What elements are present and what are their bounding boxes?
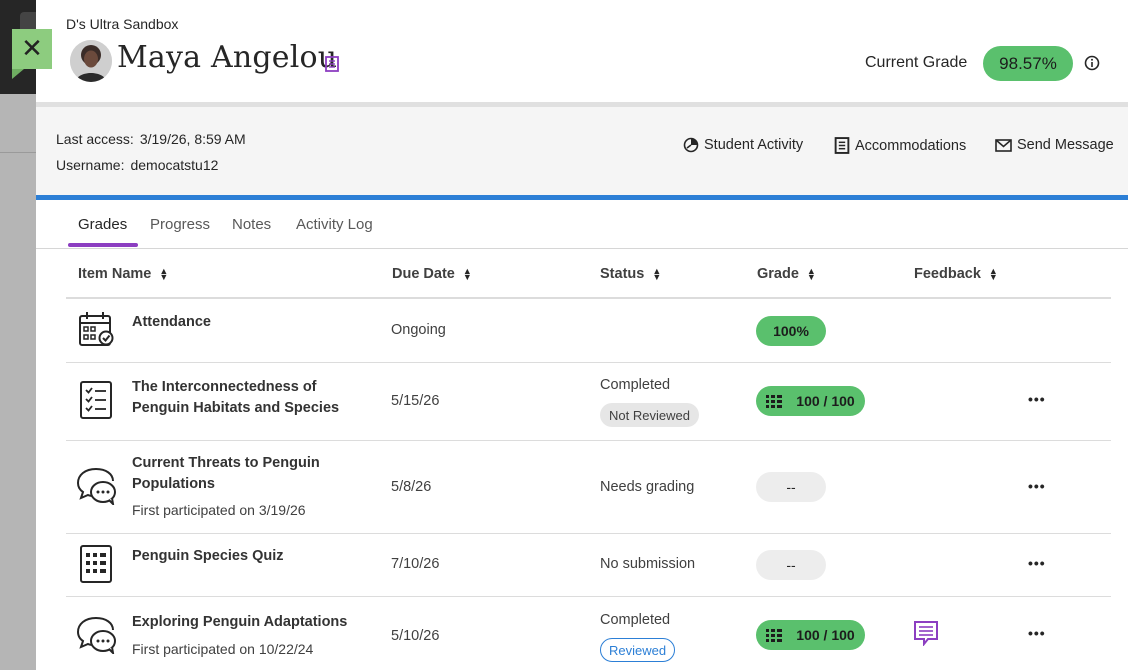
backdrop-divider bbox=[0, 152, 36, 153]
close-icon: ✕ bbox=[21, 34, 43, 64]
tab-progress[interactable]: Progress bbox=[150, 216, 210, 233]
active-tab-indicator bbox=[68, 243, 138, 247]
status-text: No submission bbox=[600, 556, 696, 572]
avatar bbox=[70, 40, 112, 82]
column-item-name-label: Item Name bbox=[78, 266, 152, 282]
table-row: Exploring Penguin Adaptations First part… bbox=[66, 597, 1111, 670]
due-date: 5/15/26 bbox=[391, 393, 440, 409]
student-activity-button[interactable]: Student Activity bbox=[683, 137, 803, 153]
grade-pill[interactable]: -- bbox=[756, 550, 826, 580]
username: Username: democatstu12 bbox=[56, 157, 218, 173]
grades-table-header: Item Name ▲ ▼ Due Date ▲ ▼ Status ▲ ▼ Grade… bbox=[66, 250, 1111, 299]
close-panel-button[interactable]: ✕ bbox=[12, 29, 52, 69]
column-item-name[interactable]: Item Name ▲ ▼ bbox=[78, 266, 168, 282]
feedback-icon[interactable] bbox=[913, 620, 939, 646]
due-date: 7/10/26 bbox=[391, 556, 440, 572]
sort-icon: ▲ ▼ bbox=[988, 266, 998, 282]
envelope-icon bbox=[995, 138, 1012, 152]
discussion-icon bbox=[76, 617, 116, 654]
gradebook-icon bbox=[766, 628, 783, 642]
info-icon[interactable] bbox=[1084, 55, 1100, 71]
last-access: Last access: 3/19/26, 8:59 AM bbox=[56, 131, 246, 147]
due-date: 5/10/26 bbox=[391, 628, 440, 644]
column-feedback-label: Feedback bbox=[914, 266, 981, 282]
send-message-button[interactable]: Send Message bbox=[995, 137, 1114, 153]
username-label: Username: bbox=[56, 157, 125, 173]
send-message-label: Send Message bbox=[1017, 137, 1114, 153]
course-name: D's Ultra Sandbox bbox=[66, 16, 179, 32]
grade-pill[interactable]: 100 / 100 bbox=[756, 620, 865, 650]
last-access-label: Last access: bbox=[56, 131, 134, 147]
activity-clock-icon bbox=[683, 137, 699, 153]
tab-grades[interactable]: Grades bbox=[78, 216, 127, 233]
grade-pill[interactable]: 100% bbox=[756, 316, 826, 346]
close-button-tail bbox=[12, 69, 24, 79]
column-grade-label: Grade bbox=[757, 266, 799, 282]
avatar-portrait-icon bbox=[70, 40, 112, 82]
item-title[interactable]: The Interconnectedness of Penguin Habita… bbox=[132, 377, 352, 419]
table-row: Attendance Ongoing 100% bbox=[66, 300, 1111, 363]
column-feedback[interactable]: Feedback ▲ ▼ bbox=[914, 266, 998, 282]
column-grade[interactable]: Grade ▲ ▼ bbox=[757, 266, 816, 282]
accommodation-flag-icon[interactable] bbox=[325, 56, 339, 72]
accommodations-button[interactable]: Accommodations bbox=[834, 137, 966, 154]
page-backdrop bbox=[0, 0, 36, 670]
due-date: Ongoing bbox=[391, 322, 446, 338]
tab-notes[interactable]: Notes bbox=[232, 216, 271, 233]
grade-pill[interactable]: -- bbox=[756, 472, 826, 502]
student-name: Maya Angelou bbox=[117, 40, 338, 75]
student-meta: Last access: 3/19/26, 8:59 AM Username: de… bbox=[36, 107, 1128, 195]
sort-icon: ▲ ▼ bbox=[159, 266, 169, 282]
sort-icon: ▲ ▼ bbox=[652, 266, 662, 282]
grade-value: 100 / 100 bbox=[796, 627, 855, 643]
current-grade-label: Current Grade bbox=[865, 54, 968, 71]
more-options-button[interactable]: ••• bbox=[1028, 391, 1046, 407]
discussion-icon bbox=[76, 468, 116, 505]
current-grade-value: 98.57% bbox=[983, 46, 1073, 81]
item-title[interactable]: Current Threats to Penguin Populations bbox=[132, 453, 352, 495]
quiz-icon bbox=[80, 545, 112, 583]
table-row: The Interconnectedness of Penguin Habita… bbox=[66, 363, 1111, 441]
status-text: Completed bbox=[600, 377, 671, 393]
column-due-date[interactable]: Due Date ▲ ▼ bbox=[392, 266, 472, 282]
student-activity-label: Student Activity bbox=[704, 137, 804, 153]
column-status-label: Status bbox=[600, 266, 645, 282]
more-options-button[interactable]: ••• bbox=[1028, 478, 1046, 494]
item-title[interactable]: Attendance bbox=[132, 312, 352, 333]
column-due-date-label: Due Date bbox=[392, 266, 455, 282]
panel-header: D's Ultra Sandbox Maya Angelou Current G… bbox=[36, 0, 1128, 102]
item-title[interactable]: Penguin Species Quiz bbox=[132, 546, 352, 567]
status-badge: Not Reviewed bbox=[600, 403, 699, 427]
status-badge: Reviewed bbox=[600, 638, 676, 662]
grade-pill[interactable]: 100 / 100 bbox=[756, 386, 865, 416]
student-overview-panel: D's Ultra Sandbox Maya Angelou Current G… bbox=[36, 0, 1128, 670]
gradebook-icon bbox=[766, 394, 783, 408]
sort-icon: ▲ ▼ bbox=[806, 266, 816, 282]
due-date: 5/8/26 bbox=[391, 479, 432, 495]
sort-icon: ▲ ▼ bbox=[462, 266, 472, 282]
table-row: Penguin Species Quiz 7/10/26 No submissi… bbox=[66, 534, 1111, 597]
item-participation: First participated on 3/19/26 bbox=[132, 502, 306, 518]
more-options-button[interactable]: ••• bbox=[1028, 555, 1046, 571]
accommodations-label: Accommodations bbox=[855, 137, 967, 154]
username-value: democatstu12 bbox=[130, 157, 219, 173]
column-status[interactable]: Status ▲ ▼ bbox=[600, 266, 661, 282]
status-text: Completed bbox=[600, 612, 671, 628]
last-access-value: 3/19/26, 8:59 AM bbox=[139, 131, 246, 147]
table-row: Current Threats to Penguin Populations F… bbox=[66, 441, 1111, 534]
item-participation: First participated on 10/22/24 bbox=[132, 641, 314, 657]
tab-activity-log[interactable]: Activity Log bbox=[296, 216, 373, 233]
grade-value: 100 / 100 bbox=[796, 393, 855, 409]
status-text: Needs grading bbox=[600, 479, 695, 495]
item-title[interactable]: Exploring Penguin Adaptations bbox=[132, 612, 352, 633]
tab-bar: Grades Progress Notes Activity Log bbox=[36, 200, 1128, 249]
more-options-button[interactable]: ••• bbox=[1028, 625, 1046, 641]
calendar-check-icon bbox=[79, 312, 114, 346]
accommodations-icon bbox=[834, 137, 850, 154]
checklist-icon bbox=[80, 381, 112, 419]
